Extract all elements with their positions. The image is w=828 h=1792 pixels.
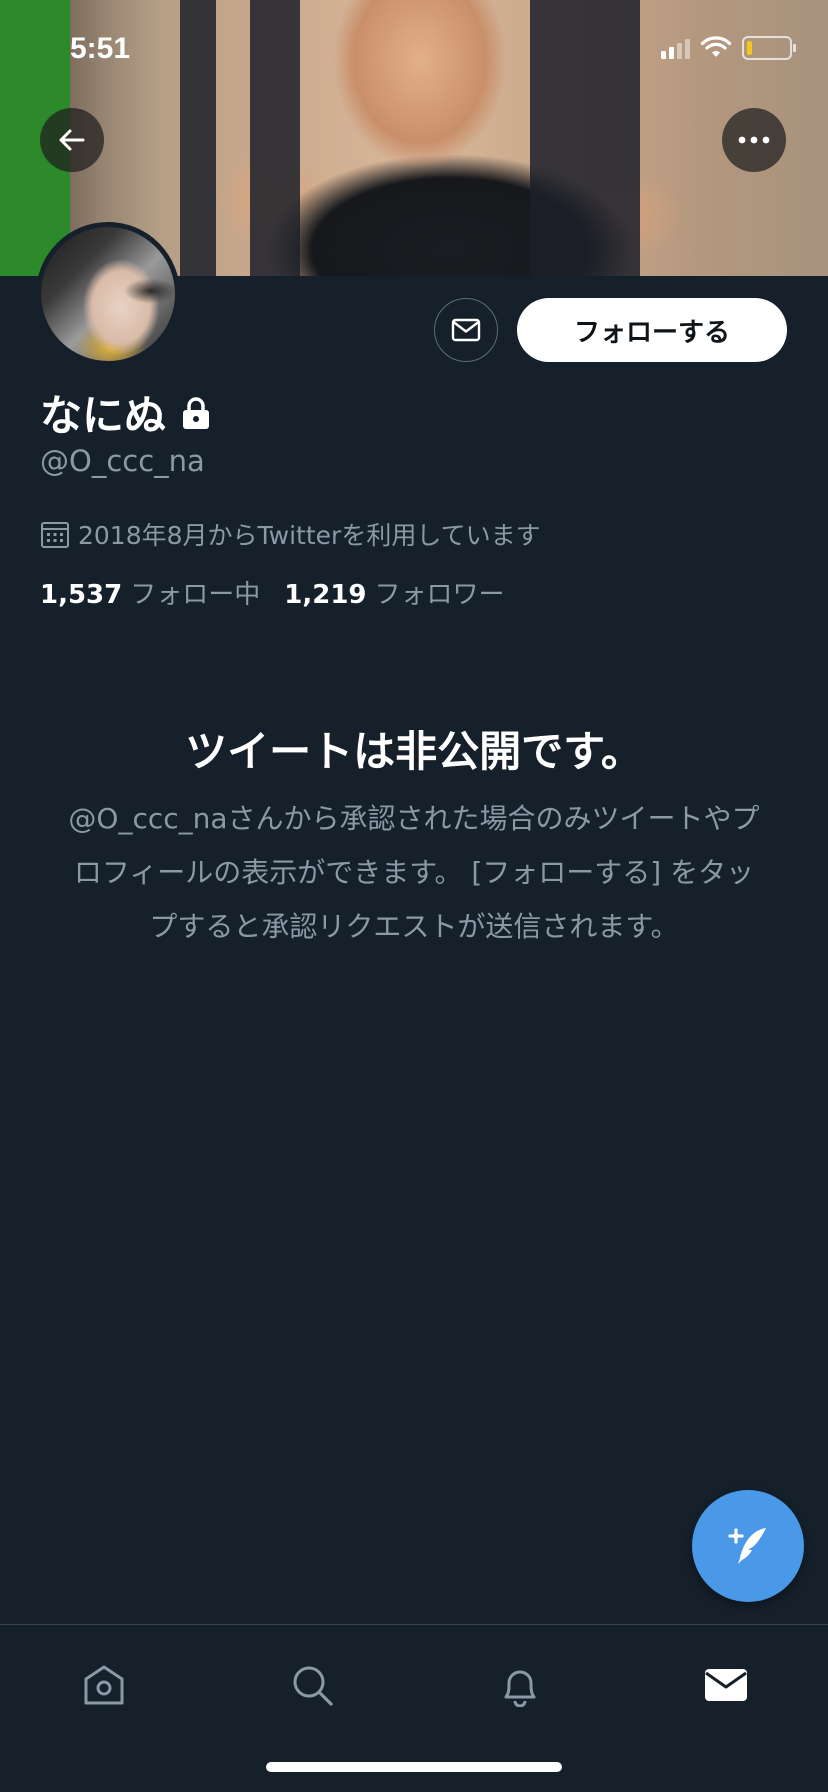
cellular-signal-icon — [661, 37, 690, 59]
notifications-icon — [504, 1670, 536, 1707]
message-button[interactable] — [434, 298, 498, 362]
joined-date: 2018年8月からTwitterを利用しています — [40, 516, 541, 552]
wifi-icon — [700, 36, 732, 57]
status-time: 5:51 — [70, 32, 131, 65]
follow-counts: 1,537 フォロー中 1,219 フォロワー — [40, 574, 505, 611]
banner-curtain — [530, 0, 640, 276]
tab-search[interactable] — [282, 1655, 342, 1715]
banner-curtain — [180, 0, 216, 276]
followers-link[interactable]: 1,219 フォロワー — [284, 574, 504, 611]
following-label: フォロー中 — [130, 580, 261, 610]
tab-notifications[interactable] — [490, 1655, 550, 1715]
following-count: 1,537 — [40, 580, 123, 610]
tab-home[interactable] — [74, 1655, 134, 1715]
messages-icon — [705, 1669, 747, 1701]
profile-name: なにぬ — [40, 382, 212, 443]
joined-text: 2018年8月からTwitterを利用しています — [78, 521, 541, 550]
status-icons — [661, 36, 796, 60]
display-name: なにぬ — [40, 391, 167, 440]
more-dots-icon — [738, 136, 770, 144]
tab-messages[interactable] — [696, 1655, 756, 1715]
compose-tweet-button[interactable] — [692, 1490, 804, 1602]
followers-count: 1,219 — [284, 580, 367, 610]
back-arrow-icon — [59, 129, 85, 151]
following-link[interactable]: 1,537 フォロー中 — [40, 574, 260, 611]
banner-curtain — [250, 0, 300, 276]
private-notice-body: @O_ccc_naさんから承認された場合のみツイートやプロフィールの表示ができま… — [68, 802, 760, 943]
compose-feather-icon — [728, 1528, 766, 1564]
envelope-icon — [451, 318, 481, 342]
home-indicator[interactable] — [266, 1762, 562, 1772]
search-icon — [293, 1666, 333, 1706]
calendar-icon — [41, 522, 69, 548]
profile-handle: @O_ccc_na — [40, 444, 205, 478]
followers-label: フォロワー — [374, 580, 505, 610]
profile-avatar[interactable] — [36, 222, 180, 366]
battery-icon — [742, 36, 796, 60]
back-button[interactable] — [40, 108, 104, 172]
more-options-button[interactable] — [722, 108, 786, 172]
follow-button[interactable]: フォローする — [517, 298, 787, 362]
lock-icon — [183, 396, 210, 429]
home-icon — [84, 1665, 124, 1705]
private-notice-title: ツイートは非公開です。 — [185, 727, 643, 776]
